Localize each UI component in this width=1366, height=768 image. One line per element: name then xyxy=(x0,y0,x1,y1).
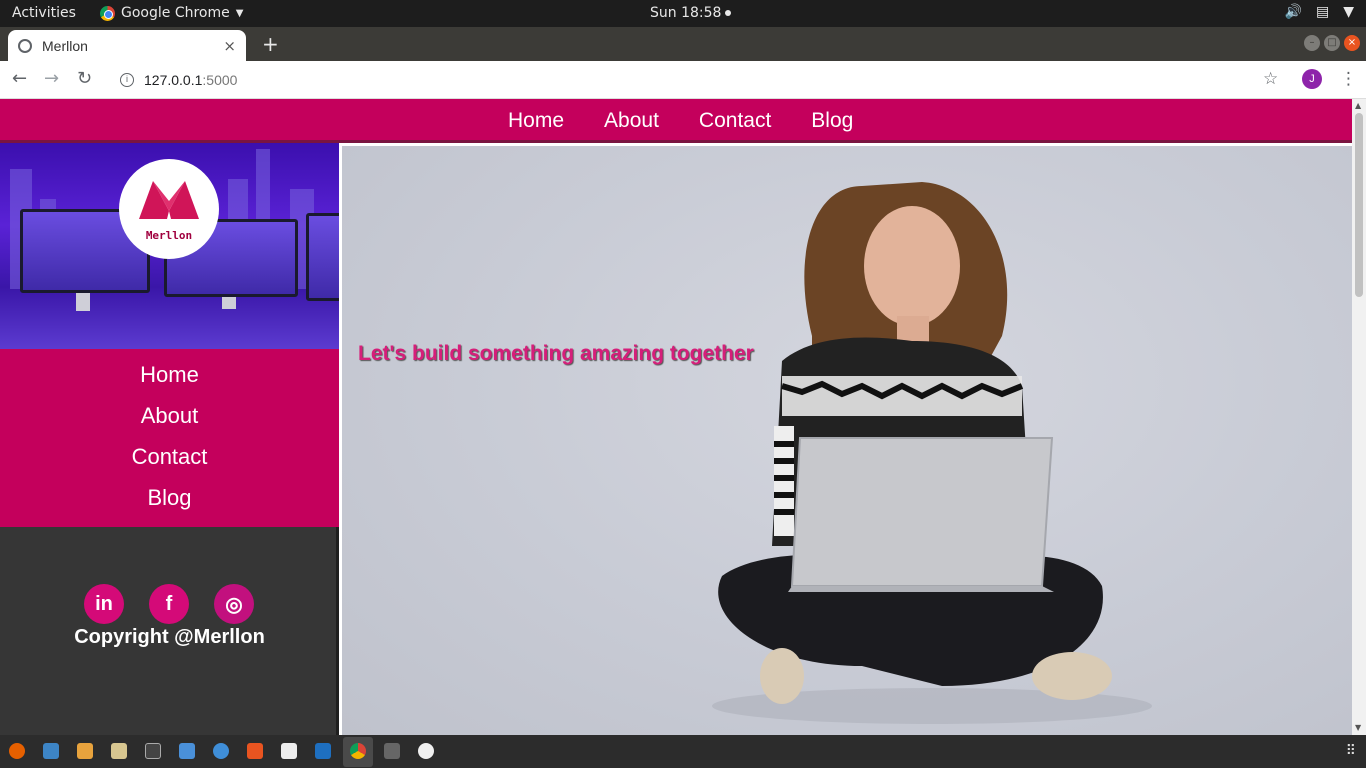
page-scrollbar[interactable]: ▲ ▼ xyxy=(1352,99,1366,735)
social-links: in f ◎ xyxy=(84,584,254,624)
scroll-down-icon[interactable]: ▼ xyxy=(1355,723,1361,732)
app-menu-label: Google Chrome xyxy=(121,5,230,21)
globe-icon xyxy=(18,38,32,53)
clipboard-icon[interactable]: ▤ xyxy=(1316,4,1329,20)
instagram-icon[interactable]: ◎ xyxy=(214,584,254,624)
url-field[interactable]: i 127.0.0.1:5000 xyxy=(112,66,1292,94)
maximize-icon[interactable]: □ xyxy=(1324,35,1340,51)
power-menu-icon[interactable]: ▼ xyxy=(1343,4,1354,20)
kebab-menu-icon[interactable]: ⋮ xyxy=(1340,69,1357,89)
top-nav-contact[interactable]: Contact xyxy=(699,109,771,133)
notification-dot-icon xyxy=(725,10,732,16)
hero-image: Let's build something amazing together xyxy=(342,146,1352,735)
top-nav-blog[interactable]: Blog xyxy=(811,109,853,133)
linkedin-icon[interactable]: in xyxy=(84,584,124,624)
top-nav-home[interactable]: Home xyxy=(508,109,564,133)
window-close-icon[interactable]: × xyxy=(1344,35,1360,51)
hero-tagline: Let's build something amazing together xyxy=(358,342,754,365)
clock[interactable]: Sun 18:58 xyxy=(650,5,732,21)
app-menu[interactable]: Google Chrome ▼ xyxy=(100,5,243,21)
browser-tab[interactable]: Merllon × xyxy=(8,30,246,61)
scrollbar-thumb[interactable] xyxy=(1355,113,1363,297)
top-navbar: Home About Contact Blog xyxy=(0,99,1352,143)
url-port: :5000 xyxy=(202,72,238,88)
firefox-icon[interactable] xyxy=(9,743,25,759)
text-editor-icon[interactable] xyxy=(179,743,195,759)
reload-icon[interactable]: ↻ xyxy=(77,68,92,89)
side-nav-blog[interactable]: Blog xyxy=(0,479,339,520)
vscode-icon[interactable] xyxy=(315,743,331,759)
page-viewport: Home About Contact Blog Merllon Home Abo… xyxy=(0,99,1352,735)
logo-text: Merllon xyxy=(145,229,193,242)
volume-icon[interactable]: 🔊 xyxy=(1285,4,1302,20)
url-host: 127.0.0.1 xyxy=(144,72,203,88)
clock-label: Sun 18:58 xyxy=(650,5,722,21)
chevron-down-icon: ▼ xyxy=(235,7,244,19)
merllon-logo[interactable]: Merllon xyxy=(119,159,219,259)
software-center-icon[interactable] xyxy=(247,743,263,759)
profile-avatar[interactable]: J xyxy=(1302,69,1322,89)
terminal-icon[interactable] xyxy=(145,743,161,759)
bookmark-star-icon[interactable]: ☆ xyxy=(1263,69,1278,89)
ubuntu-dock: ⠿ xyxy=(0,735,1366,768)
side-nav-home[interactable]: Home xyxy=(0,356,339,397)
back-arrow-icon[interactable]: ← xyxy=(12,68,27,89)
help-icon[interactable] xyxy=(213,743,229,759)
address-toolbar: ← → ↻ i 127.0.0.1:5000 ☆ ⋮ xyxy=(0,61,1366,99)
scroll-up-icon[interactable]: ▲ xyxy=(1355,101,1361,110)
video-editor-icon[interactable] xyxy=(384,743,400,759)
info-icon[interactable]: i xyxy=(120,73,134,87)
chrome-icon xyxy=(100,5,115,21)
top-nav-about[interactable]: About xyxy=(604,109,659,133)
chrome-dock-icon[interactable] xyxy=(350,743,366,759)
sidebar: Merllon Home About Contact Blog in f ◎ C… xyxy=(0,143,339,735)
amazon-icon[interactable] xyxy=(281,743,297,759)
forward-arrow-icon[interactable]: → xyxy=(44,68,59,89)
tab-close-icon[interactable]: × xyxy=(223,37,236,55)
disk-utility-icon[interactable] xyxy=(418,743,434,759)
woman-with-laptop-illustration xyxy=(712,182,1152,724)
rhythmbox-icon[interactable] xyxy=(111,743,127,759)
side-nav: Home About Contact Blog xyxy=(0,349,339,527)
system-top-bar: Activities Google Chrome ▼ Sun 18:58 🔊 ▤… xyxy=(0,0,1366,27)
files-icon[interactable] xyxy=(77,743,93,759)
activities-button[interactable]: Activities xyxy=(12,5,76,21)
minimize-icon[interactable]: – xyxy=(1304,35,1320,51)
thunderbird-icon[interactable] xyxy=(43,743,59,759)
side-nav-contact[interactable]: Contact xyxy=(0,438,339,479)
window-controls: – □ × xyxy=(1304,35,1360,51)
copyright-text: Copyright @Merllon xyxy=(74,626,265,648)
system-tray[interactable]: 🔊 ▤ ▼ xyxy=(1285,4,1354,20)
side-nav-about[interactable]: About xyxy=(0,397,339,438)
tab-title: Merllon xyxy=(42,37,88,54)
tab-strip: Merllon × + – □ × xyxy=(0,27,1366,61)
facebook-icon[interactable]: f xyxy=(149,584,189,624)
show-apps-icon[interactable]: ⠿ xyxy=(1346,743,1356,759)
new-tab-button[interactable]: + xyxy=(262,32,279,56)
sidebar-banner-image: Merllon xyxy=(0,143,339,349)
